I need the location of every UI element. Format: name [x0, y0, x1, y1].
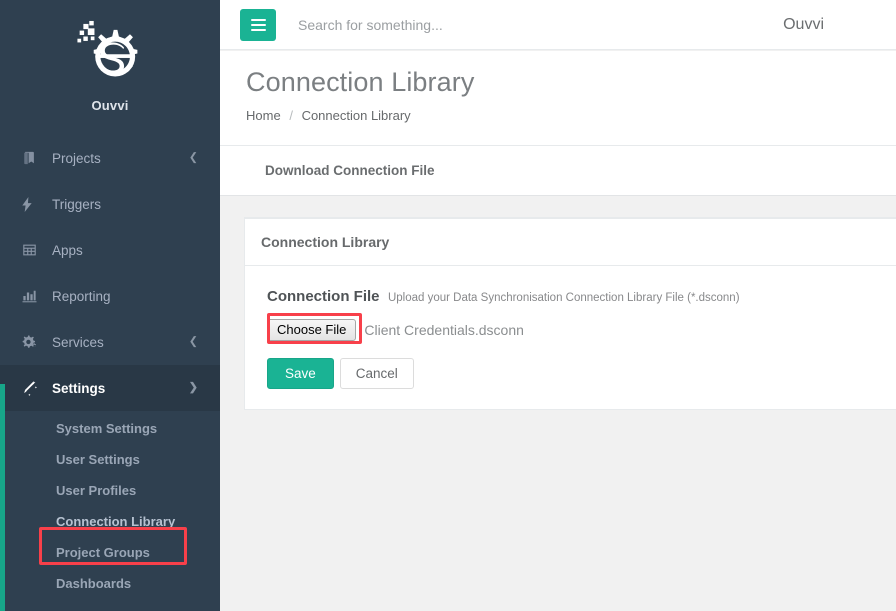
- sidebar-item-user-profiles[interactable]: User Profiles: [0, 475, 220, 506]
- sidebar-item-label: Triggers: [52, 196, 102, 212]
- breadcrumb-separator: /: [289, 108, 293, 123]
- bar-chart-icon: [22, 289, 44, 303]
- save-button[interactable]: Save: [267, 358, 334, 389]
- brand-block[interactable]: Ouvvi: [0, 0, 220, 113]
- chevron-left-icon: ❮: [188, 335, 198, 348]
- form-actions: Save Cancel: [267, 358, 896, 389]
- sidebar-item-project-groups[interactable]: Project Groups: [0, 537, 220, 568]
- connection-file-label-row: Connection File Upload your Data Synchro…: [267, 288, 896, 306]
- sidebar-submenu-settings: System Settings User Settings User Profi…: [0, 411, 220, 599]
- file-input-wrapper[interactable]: Choose File: [267, 313, 362, 344]
- sidebar-item-dashboards[interactable]: Dashboards: [0, 568, 220, 599]
- sidebar-item-user-settings[interactable]: User Settings: [0, 444, 220, 475]
- download-connection-file-link[interactable]: Download Connection File: [265, 163, 435, 178]
- sidebar-item-services[interactable]: Services ❮: [0, 319, 220, 365]
- file-upload-row: Choose File Client Credentials.dsconn: [267, 313, 896, 344]
- book-icon: [22, 151, 44, 165]
- sidebar-subitem-label: User Settings: [56, 452, 140, 467]
- sidebar-item-label: Services: [52, 334, 104, 350]
- sidebar-item-label: Apps: [52, 242, 83, 258]
- header-user-label[interactable]: Ouvvi: [783, 16, 824, 34]
- breadcrumb-home[interactable]: Home: [246, 108, 281, 123]
- breadcrumb-current: Connection Library: [301, 108, 411, 123]
- page-header: Connection Library Home / Connection Lib…: [220, 51, 896, 145]
- selected-file-name: Client Credentials.dsconn: [364, 322, 524, 338]
- chevron-down-icon: ❯: [188, 381, 198, 394]
- sidebar-item-reporting[interactable]: Reporting: [0, 273, 220, 319]
- sidebar-subitem-label: Project Groups: [56, 545, 150, 560]
- search-input[interactable]: [296, 7, 626, 42]
- hamburger-icon[interactable]: [240, 8, 276, 41]
- table-icon: [22, 243, 44, 257]
- hamburger-line: [250, 18, 266, 21]
- sidebar-item-triggers[interactable]: Triggers: [0, 181, 220, 227]
- sidebar-subitem-label: User Profiles: [56, 483, 137, 498]
- connection-library-card: Connection Library Connection File Uploa…: [244, 217, 896, 410]
- choose-file-button[interactable]: Choose File: [267, 319, 357, 341]
- sidebar-item-label: Reporting: [52, 288, 111, 304]
- hamburger-line: [250, 28, 266, 31]
- sidebar-subitem-label: Dashboards: [56, 576, 132, 591]
- cancel-button[interactable]: Cancel: [339, 358, 414, 389]
- card-body: Connection File Upload your Data Synchro…: [245, 266, 896, 409]
- magic-wand-icon: [22, 380, 44, 396]
- brand-name: Ouvvi: [91, 98, 129, 113]
- sidebar-item-settings[interactable]: Settings ❯: [0, 365, 220, 411]
- sidebar-item-connection-library[interactable]: Connection Library: [0, 506, 220, 537]
- sidebar-item-label: Settings: [52, 380, 106, 396]
- bolt-icon: [22, 196, 44, 212]
- connection-file-label: Connection File: [267, 288, 380, 305]
- gear-s-logo-icon: [77, 20, 138, 77]
- sidebar-nav: Projects ❮ Triggers Apps Reporting Servi…: [0, 135, 220, 599]
- top-header-bar: Ouvvi: [220, 0, 896, 50]
- page-toolbar: Download Connection File: [220, 145, 896, 196]
- card-header: Connection Library: [245, 219, 896, 266]
- sidebar-subitem-label: System Settings: [56, 421, 158, 436]
- sidebar-item-projects[interactable]: Projects ❮: [0, 135, 220, 181]
- sidebar-item-label: Projects: [52, 150, 101, 166]
- page-title: Connection Library: [246, 67, 475, 97]
- breadcrumb: Home / Connection Library: [246, 108, 896, 123]
- sidebar: Ouvvi Projects ❮ Triggers Apps Reporting…: [0, 0, 220, 611]
- active-section-accent-bar: [0, 384, 5, 611]
- gears-icon: [22, 335, 44, 349]
- content-area: Connection Library Connection File Uploa…: [220, 196, 896, 611]
- connection-file-hint: Upload your Data Synchronisation Connect…: [387, 292, 740, 304]
- chevron-left-icon: ❮: [188, 151, 198, 164]
- app-window: Ouvvi Projects ❮ Triggers Apps Reporting…: [0, 0, 896, 611]
- sidebar-item-system-settings[interactable]: System Settings: [0, 413, 220, 444]
- hamburger-line: [250, 23, 266, 26]
- sidebar-subitem-label: Connection Library: [56, 514, 176, 529]
- sidebar-item-apps[interactable]: Apps: [0, 227, 220, 273]
- card-title: Connection Library: [261, 234, 390, 250]
